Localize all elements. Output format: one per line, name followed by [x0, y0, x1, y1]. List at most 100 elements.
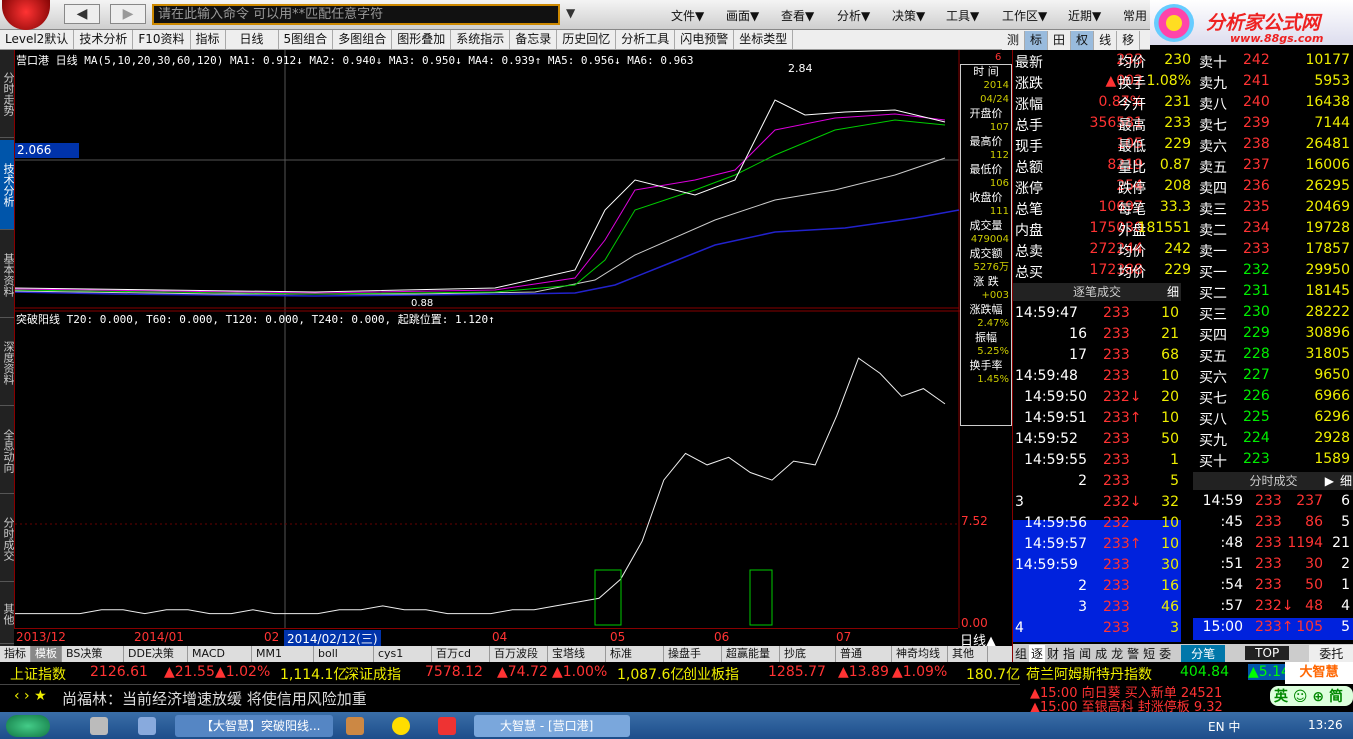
menu-recent[interactable]: 近期▼	[1068, 7, 1101, 24]
ind-tab[interactable]: 百万cd	[432, 646, 490, 662]
sell-price[interactable]: 235	[1243, 199, 1270, 215]
ptab-ticks[interactable]: 分笔	[1181, 644, 1226, 662]
tab-level2[interactable]: Level2默认	[0, 30, 75, 49]
sidenav-intraday[interactable]: 分时走势	[0, 50, 15, 138]
sidenav-deep[interactable]: 深度资料	[0, 320, 15, 406]
trades-detail-button[interactable]: 细	[1167, 283, 1179, 301]
dropdown-icon[interactable]: ▼	[566, 6, 575, 20]
ticks-play-button[interactable]: ▶	[1325, 472, 1334, 490]
sell-price[interactable]: 240	[1243, 94, 1270, 110]
ptab[interactable]: 龙	[1109, 645, 1125, 662]
buy-price[interactable]: 228	[1243, 346, 1270, 362]
buy-price[interactable]: 231	[1243, 283, 1270, 299]
smiley-icon[interactable]	[392, 717, 410, 735]
kline-chart[interactable]: 2.066 2.84 0.88 7.52 0.00 6	[14, 50, 1013, 630]
tab-flash-alert[interactable]: 闪电预警	[675, 30, 735, 49]
task-browser[interactable]: 【大智慧】突破阳线...	[175, 715, 333, 737]
buy-price[interactable]: 223	[1243, 451, 1270, 467]
news-nav-icon[interactable]: ‹ › ★	[14, 688, 47, 704]
ime-status-icon[interactable]: 英 ☺ ⊕ 简	[1270, 686, 1353, 706]
tool-mark[interactable]: 标	[1025, 30, 1049, 50]
sidenav-ticks[interactable]: 分时成交	[0, 496, 15, 582]
sell-price[interactable]: 239	[1243, 115, 1270, 131]
tool-grid[interactable]: 田	[1048, 30, 1072, 50]
tab-daily[interactable]: 日线	[226, 30, 279, 49]
news-headline[interactable]: 尚福林：当前经济增速放缓 将使信用风险加重	[62, 688, 367, 709]
quicklaunch-icon[interactable]	[90, 717, 108, 735]
ptab[interactable]: 逐	[1029, 644, 1046, 662]
menu-view[interactable]: 查看▼	[781, 7, 814, 24]
buy-price[interactable]: 225	[1243, 409, 1270, 425]
ind-tab[interactable]: 指标	[0, 646, 31, 662]
ind-tab[interactable]: cys1	[374, 646, 432, 662]
menu-common[interactable]: 常用	[1123, 7, 1147, 24]
tab-analysis-tools[interactable]: 分析工具	[616, 30, 676, 49]
command-input[interactable]: 请在此输入命令 可以用**匹配任意字符	[152, 4, 560, 25]
ind-tab[interactable]: MACD	[188, 646, 252, 662]
tool-measure[interactable]: 测	[1002, 30, 1026, 50]
tab-axis-type[interactable]: 坐标类型	[734, 30, 794, 49]
app-logo-icon[interactable]	[2, 0, 50, 30]
menu-file[interactable]: 文件▼	[671, 7, 704, 24]
buy-price[interactable]: 229	[1243, 325, 1270, 341]
sell-price[interactable]: 234	[1243, 220, 1270, 236]
ind-tab[interactable]: 其他	[948, 646, 988, 662]
tool-move[interactable]: 移	[1117, 30, 1141, 50]
quicklaunch-icon[interactable]	[346, 717, 364, 735]
ind-tab[interactable]: boll	[314, 646, 374, 662]
tab-f10[interactable]: F10资料	[133, 30, 191, 49]
sell-price[interactable]: 233	[1243, 241, 1270, 257]
tab-5-combo[interactable]: 5图组合	[279, 30, 334, 49]
buy-price[interactable]: 230	[1243, 304, 1270, 320]
start-button-icon[interactable]	[6, 715, 50, 737]
quicklaunch-icon[interactable]	[438, 717, 456, 735]
ptab[interactable]: 组	[1013, 645, 1029, 662]
ptab[interactable]: 闻	[1077, 645, 1093, 662]
sell-price[interactable]: 241	[1243, 73, 1270, 89]
ptab[interactable]: 委	[1157, 645, 1173, 662]
tab-system-hint[interactable]: 系统指示	[451, 30, 511, 49]
sidenav-basic[interactable]: 基本资料	[0, 232, 15, 318]
buy-price[interactable]: 232	[1243, 262, 1270, 278]
ptab[interactable]: 成	[1093, 645, 1109, 662]
tray-icons[interactable]: EN 中	[1208, 718, 1240, 735]
buy-price[interactable]: 226	[1243, 388, 1270, 404]
index-name[interactable]: 上证指数	[10, 664, 66, 684]
task-dzh[interactable]: 大智慧 - [营口港]	[474, 715, 630, 737]
ptab[interactable]: 警	[1125, 645, 1141, 662]
sidenav-other[interactable]: 其他	[0, 584, 15, 644]
tab-multi-combo[interactable]: 多图组合	[333, 30, 393, 49]
menu-workspace[interactable]: 工作区▼	[1002, 7, 1047, 24]
ind-tab[interactable]: MM1	[252, 646, 314, 662]
menu-analysis[interactable]: 分析▼	[837, 7, 870, 24]
ind-tab[interactable]: 标准	[606, 646, 664, 662]
index-name[interactable]: 深证成指	[345, 664, 401, 684]
sell-price[interactable]: 237	[1243, 157, 1270, 173]
tool-line[interactable]: 线	[1094, 30, 1118, 50]
buy-price[interactable]: 224	[1243, 430, 1270, 446]
ind-tab[interactable]: 模板	[31, 646, 62, 662]
ptab-orders[interactable]: 委托	[1309, 644, 1353, 662]
ind-tab[interactable]: DDE决策	[124, 646, 188, 662]
forward-button[interactable]: ▶	[110, 4, 146, 24]
sell-price[interactable]: 242	[1243, 52, 1270, 68]
clock[interactable]: 13:26	[1308, 718, 1343, 732]
back-button[interactable]: ◀	[64, 4, 100, 24]
ind-tab[interactable]: 宝塔线	[548, 646, 606, 662]
ind-tab[interactable]: 百万波段	[490, 646, 548, 662]
quicklaunch-icon[interactable]	[138, 717, 156, 735]
ticks-detail-button[interactable]: 细	[1340, 472, 1352, 490]
ptab[interactable]: 财	[1045, 645, 1061, 662]
sidenav-tech[interactable]: 技术分析	[0, 140, 15, 230]
index-name[interactable]: 创业板指	[683, 664, 739, 684]
tab-tech-analysis[interactable]: 技术分析	[74, 30, 134, 49]
ind-tab[interactable]: 超赢能量	[722, 646, 780, 662]
tab-memo[interactable]: 备忘录	[510, 30, 558, 49]
tab-history[interactable]: 历史回忆	[557, 30, 617, 49]
sell-price[interactable]: 238	[1243, 136, 1270, 152]
buy-price[interactable]: 227	[1243, 367, 1270, 383]
ptab[interactable]: 短	[1141, 645, 1157, 662]
tool-rights[interactable]: 权	[1071, 30, 1095, 50]
ind-tab[interactable]: 普通	[836, 646, 892, 662]
ptab-top[interactable]: TOP	[1245, 646, 1290, 660]
